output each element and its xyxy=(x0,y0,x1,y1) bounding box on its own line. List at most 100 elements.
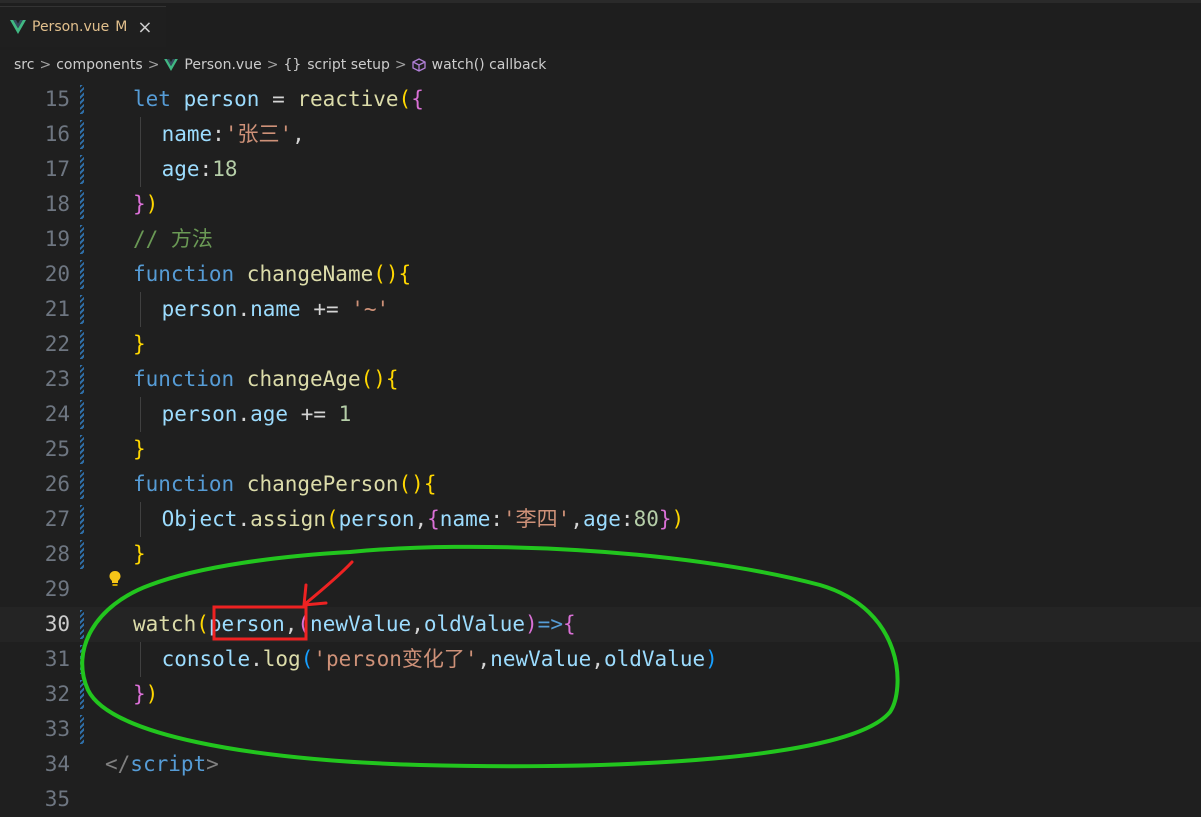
breadcrumb-script-setup[interactable]: script setup xyxy=(307,57,390,73)
code-line[interactable]: 17 age:18 xyxy=(0,152,1201,187)
code-token: 'person变化了' xyxy=(313,647,478,671)
code-token: '张三' xyxy=(224,122,293,146)
breadcrumb-components[interactable]: components xyxy=(56,57,143,73)
git-change-marker[interactable] xyxy=(80,85,84,114)
git-change-marker[interactable] xyxy=(80,365,84,394)
line-number: 21 xyxy=(44,297,70,321)
git-change-marker[interactable] xyxy=(80,260,84,289)
code-token: () xyxy=(398,472,424,496)
code-token: . xyxy=(250,647,263,671)
code-token: } xyxy=(133,542,146,566)
git-change-marker[interactable] xyxy=(80,715,84,744)
code-line[interactable]: 28} xyxy=(0,537,1201,572)
code-line[interactable]: 35 xyxy=(0,782,1201,817)
code-token: person xyxy=(161,402,238,426)
line-number: 23 xyxy=(44,367,70,391)
code-token: person xyxy=(183,87,260,111)
breadcrumb-src[interactable]: src xyxy=(14,57,34,73)
line-number: 26 xyxy=(44,472,70,496)
close-icon[interactable]: × xyxy=(137,17,152,38)
line-number: 24 xyxy=(44,402,70,426)
line-number: 34 xyxy=(44,752,70,776)
code-token: += xyxy=(300,297,352,321)
git-change-marker[interactable] xyxy=(80,680,84,709)
git-change-marker[interactable] xyxy=(80,470,84,499)
code-text: } xyxy=(133,432,146,467)
chevron-right-icon: > xyxy=(39,57,52,73)
git-change-marker[interactable] xyxy=(80,400,84,429)
code-token: changeName xyxy=(246,262,374,286)
code-token: ( xyxy=(196,612,209,636)
git-change-marker[interactable] xyxy=(80,330,84,359)
code-text: watch(person,(newValue,oldValue)=>{ xyxy=(133,607,576,642)
braces-icon: {} xyxy=(283,57,302,73)
code-text: function changePerson(){ xyxy=(133,467,436,502)
breadcrumb-file[interactable]: Person.vue xyxy=(184,57,261,73)
code-token: console xyxy=(161,647,251,671)
code-line[interactable]: 29 xyxy=(0,572,1201,607)
code-line[interactable]: 26 function changePerson(){ xyxy=(0,467,1201,502)
code-token: Object xyxy=(161,507,238,531)
code-token: changeAge xyxy=(246,367,361,391)
breadcrumb-watch-callback[interactable]: watch() callback xyxy=(432,57,547,73)
code-line[interactable]: 18}) xyxy=(0,187,1201,222)
line-number: 35 xyxy=(44,787,70,811)
code-token: = xyxy=(259,87,298,111)
code-token: // 方法 xyxy=(133,227,213,251)
code-token: , xyxy=(284,612,298,636)
git-change-marker[interactable] xyxy=(80,505,84,534)
code-token: { xyxy=(423,472,437,496)
git-change-marker[interactable] xyxy=(80,225,84,254)
code-text: }) xyxy=(133,187,158,222)
code-token: oldValue xyxy=(423,612,526,636)
code-line[interactable]: 31 console.log('person变化了',newValue,oldVa… xyxy=(0,642,1201,677)
git-change-marker[interactable] xyxy=(80,120,84,149)
code-line[interactable]: 21 person.name += '~' xyxy=(0,292,1201,327)
code-line[interactable]: 16 name:'张三', xyxy=(0,117,1201,152)
code-token: : xyxy=(212,122,225,146)
code-line[interactable]: 34 </script> xyxy=(0,747,1201,782)
code-token: age xyxy=(582,507,621,531)
code-token: : xyxy=(199,157,213,181)
indent-guide xyxy=(140,397,141,432)
git-change-marker[interactable] xyxy=(80,645,84,674)
code-token: 18 xyxy=(212,157,238,181)
code-token: ) xyxy=(671,507,685,531)
git-change-marker[interactable] xyxy=(80,435,84,464)
code-line[interactable]: 15 let person = reactive({ xyxy=(0,82,1201,117)
git-change-marker[interactable] xyxy=(80,295,84,324)
code-token: 1 xyxy=(338,402,352,426)
code-token: 80 xyxy=(633,507,659,531)
code-token: person xyxy=(208,612,285,636)
code-token: let xyxy=(133,87,184,111)
git-change-marker[interactable] xyxy=(80,540,84,569)
code-line[interactable]: 19 // 方法 xyxy=(0,222,1201,257)
code-token: '~' xyxy=(351,297,390,321)
git-change-marker[interactable] xyxy=(80,155,84,184)
tab-person-vue[interactable]: Person.vue M × xyxy=(0,6,166,47)
code-line[interactable]: 22} xyxy=(0,327,1201,362)
code-line[interactable]: 23 function changeAge(){ xyxy=(0,362,1201,397)
code-line[interactable]: 27 Object.assign(person,{name:'李四',age:80… xyxy=(0,502,1201,537)
code-line[interactable]: 24 person.age += 1 xyxy=(0,397,1201,432)
lightbulb-icon[interactable] xyxy=(108,570,122,588)
code-line[interactable]: 33 xyxy=(0,712,1201,747)
line-number: 32 xyxy=(44,682,70,706)
code-token: ) xyxy=(525,612,538,636)
code-token: script xyxy=(130,752,207,776)
tab-title: Person.vue xyxy=(32,19,110,35)
code-text: let person = reactive({ xyxy=(133,82,424,117)
code-token: ) xyxy=(145,192,159,216)
code-line[interactable]: 32}) xyxy=(0,677,1201,712)
code-text: console.log('person变化了',newValue,oldValu… xyxy=(162,642,718,677)
code-token: } xyxy=(658,507,672,531)
code-text: Object.assign(person,{name:'李四',age:80}) xyxy=(162,502,685,537)
code-line[interactable]: 20 function changeName(){ xyxy=(0,257,1201,292)
git-change-marker[interactable] xyxy=(80,610,84,639)
code-line[interactable]: 25} xyxy=(0,432,1201,467)
code-editor[interactable]: 15 let person = reactive({16 name:'张三', 17 a… xyxy=(0,82,1201,811)
line-number: 25 xyxy=(44,437,70,461)
code-line[interactable]: 30 watch(person,(newValue,oldValue)=>{ xyxy=(0,607,1201,642)
code-token: { xyxy=(427,507,440,531)
git-change-marker[interactable] xyxy=(80,190,84,219)
